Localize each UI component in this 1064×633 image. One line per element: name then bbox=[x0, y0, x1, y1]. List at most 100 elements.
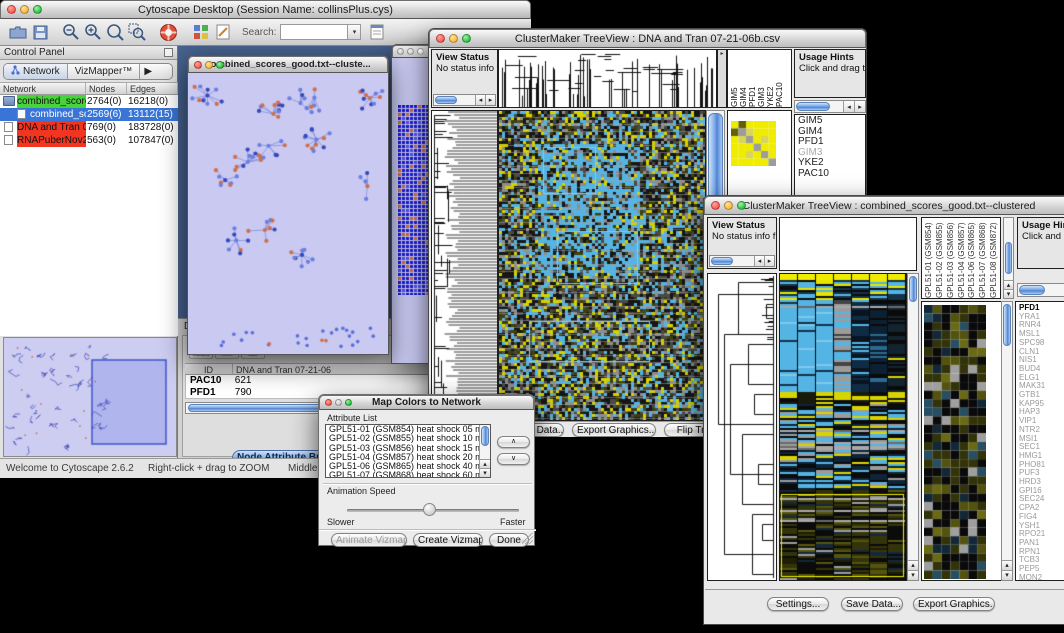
network-graph-view[interactable] bbox=[188, 73, 388, 354]
close-icon[interactable] bbox=[325, 399, 332, 406]
scroll-right-icon[interactable]: ▸ bbox=[485, 95, 495, 106]
close-icon[interactable] bbox=[397, 48, 404, 55]
network-row[interactable]: combined_sco 2569(6) 13112(15) bbox=[0, 108, 178, 121]
scroll-right-icon[interactable]: ▸ bbox=[764, 256, 774, 267]
tv1-column-label[interactable]: GIM4 bbox=[739, 50, 748, 107]
treeview2-title-bar[interactable]: ClusterMaker TreeView : combined_scores_… bbox=[704, 196, 1064, 215]
network-grid-view[interactable] bbox=[398, 105, 428, 295]
scrollbar-thumb[interactable] bbox=[1019, 285, 1045, 295]
zoom-window-icon[interactable] bbox=[462, 34, 471, 43]
network-row[interactable]: RNAPuberNov2+I 563(0) 107847(0) bbox=[0, 134, 178, 147]
control-panel-tab[interactable]: VizMapper™ bbox=[68, 64, 141, 79]
scroll-up-icon[interactable]: ▴ bbox=[1004, 280, 1013, 289]
network-row[interactable]: DNA and Tran 07 769(0) 183728(0) bbox=[0, 121, 178, 134]
action-button[interactable]: Export Graphics... bbox=[572, 423, 656, 437]
tv1-row-dendrogram[interactable] bbox=[432, 111, 497, 420]
scrollbar-thumb[interactable] bbox=[796, 102, 830, 111]
vizmapper-icon[interactable] bbox=[191, 22, 211, 42]
minimize-icon[interactable] bbox=[449, 34, 458, 43]
tv2-column-label[interactable]: GPL51-07 (GSM868) bbox=[978, 218, 989, 298]
network-table-header[interactable]: Network Nodes Edges bbox=[0, 82, 178, 95]
move-up-button[interactable]: ∧ bbox=[497, 436, 530, 448]
attribute-item[interactable]: GPL51-07 (GSM868) heat shock 60 min bbox=[326, 471, 490, 478]
zoom-window-icon[interactable] bbox=[737, 201, 746, 210]
scroll-down-icon[interactable]: ▾ bbox=[1004, 289, 1013, 298]
scroll-down-icon[interactable]: ▾ bbox=[1002, 570, 1012, 580]
close-icon[interactable] bbox=[436, 34, 445, 43]
tv1-column-label[interactable]: GIM3 bbox=[757, 50, 766, 107]
help-icon[interactable] bbox=[158, 22, 178, 42]
zoom-window-icon[interactable] bbox=[345, 399, 352, 406]
scroll-right-icon[interactable]: ▸ bbox=[854, 101, 865, 113]
tv2-column-label[interactable]: GPL51-04 (GSM857) bbox=[957, 218, 968, 298]
main-title-bar[interactable]: Cytoscape Desktop (Session Name: collins… bbox=[0, 0, 531, 19]
minimize-icon[interactable] bbox=[407, 48, 414, 55]
close-icon[interactable] bbox=[711, 201, 720, 210]
tv2-column-label[interactable]: GPL51-01 (GSM854) bbox=[924, 218, 935, 298]
tv2-list-vscrollbar[interactable]: ▴▾ bbox=[1001, 301, 1013, 581]
tv1-column-label[interactable]: YKE2 bbox=[766, 50, 775, 107]
tv2-heatmap-vscrollbar[interactable]: ▴▾ bbox=[907, 273, 919, 581]
scrollbar-thumb[interactable] bbox=[909, 276, 917, 302]
scrollbar-thumb[interactable] bbox=[1003, 304, 1011, 346]
tv1-heatmap[interactable] bbox=[499, 111, 705, 420]
zoom-window-icon[interactable] bbox=[216, 61, 224, 69]
slider-thumb[interactable] bbox=[423, 503, 436, 516]
tv2-column-label[interactable]: GPL51-06 (GSM865) bbox=[967, 218, 978, 298]
zoom-selected-icon[interactable] bbox=[127, 22, 147, 42]
tv2-labels-vscrollbar[interactable]: ▴▾ bbox=[1003, 217, 1014, 299]
action-button[interactable]: Export Graphics... bbox=[913, 597, 995, 611]
scroll-up-icon[interactable]: ▴ bbox=[480, 459, 490, 468]
tv1-scroll-strip[interactable]: ▸ bbox=[717, 49, 727, 108]
open-session-icon[interactable] bbox=[8, 22, 28, 42]
animate-vizmap-button[interactable]: Animate Vizmap bbox=[331, 533, 407, 547]
report-icon[interactable] bbox=[367, 22, 387, 42]
tv2-column-label[interactable]: GPL51-08 (GSM872) bbox=[989, 218, 1000, 298]
action-button[interactable]: Settings... bbox=[767, 597, 829, 611]
tv2-heatmap[interactable] bbox=[780, 274, 906, 580]
tv2-hints-hscrollbar[interactable] bbox=[1017, 283, 1064, 297]
scroll-up-icon[interactable]: ▴ bbox=[908, 560, 918, 570]
dialog-title-bar[interactable]: Map Colors to Network bbox=[319, 395, 534, 410]
search-dropdown-icon[interactable]: ▾ bbox=[348, 24, 361, 40]
scroll-up-icon[interactable]: ▴ bbox=[1002, 560, 1012, 570]
minimize-icon[interactable] bbox=[20, 5, 29, 14]
tv2-column-label[interactable]: GPL51-02 (GSM855) bbox=[935, 218, 946, 298]
search-input[interactable] bbox=[280, 24, 348, 40]
tv2-row-dendrogram[interactable] bbox=[708, 274, 776, 580]
move-down-button[interactable]: ∨ bbox=[497, 453, 530, 465]
resize-grip[interactable] bbox=[522, 533, 533, 544]
tv2-column-label[interactable]: GPL51-03 (GSM856) bbox=[946, 218, 957, 298]
tv2-column-dendrogram-panel[interactable] bbox=[779, 217, 917, 271]
tv1-status-hscrollbar[interactable]: ◂▸ bbox=[433, 94, 496, 106]
scrollbar-thumb[interactable] bbox=[711, 257, 733, 265]
network-overview-thumbnail[interactable] bbox=[3, 337, 177, 457]
scroll-left-icon[interactable]: ◂ bbox=[475, 95, 485, 106]
tv1-gene-item[interactable]: GIM5 bbox=[795, 116, 865, 127]
zoom-window-icon[interactable] bbox=[33, 5, 42, 14]
tv1-column-dendrogram[interactable] bbox=[499, 50, 716, 107]
annotation-icon[interactable] bbox=[213, 22, 233, 42]
tv1-column-label[interactable]: GIM5 bbox=[730, 50, 739, 107]
tv1-gene-item[interactable]: PFD1 bbox=[795, 137, 865, 148]
animation-speed-slider[interactable] bbox=[347, 503, 519, 517]
scroll-down-icon[interactable]: ▾ bbox=[480, 468, 490, 477]
tv2-zoom-heatmap[interactable] bbox=[924, 305, 986, 579]
zoom-in-icon[interactable] bbox=[83, 22, 103, 42]
tv1-similarity-matrix[interactable] bbox=[731, 121, 776, 166]
zoom-fit-icon[interactable] bbox=[105, 22, 125, 42]
tv1-gene-item[interactable]: PAC10 bbox=[795, 169, 865, 180]
network1-title-bar[interactable]: combined_scores_good.txt--cluste... bbox=[188, 56, 388, 73]
tv1-hints-hscrollbar[interactable]: ◂▸ bbox=[794, 100, 866, 113]
scroll-left-icon[interactable]: ◂ bbox=[754, 256, 764, 267]
create-vizmap-button[interactable]: Create Vizmap bbox=[413, 533, 483, 547]
attribute-list-vscrollbar[interactable]: ▴▾ bbox=[479, 425, 490, 477]
scrollbar-thumb[interactable] bbox=[435, 96, 457, 104]
zoom-window-icon[interactable] bbox=[417, 48, 424, 55]
save-session-icon[interactable] bbox=[30, 22, 50, 42]
close-icon[interactable] bbox=[7, 5, 16, 14]
scrollbar-thumb[interactable] bbox=[1005, 242, 1012, 274]
minimize-icon[interactable] bbox=[724, 201, 733, 210]
scroll-down-icon[interactable]: ▾ bbox=[908, 570, 918, 580]
float-panel-icon[interactable] bbox=[164, 48, 173, 57]
